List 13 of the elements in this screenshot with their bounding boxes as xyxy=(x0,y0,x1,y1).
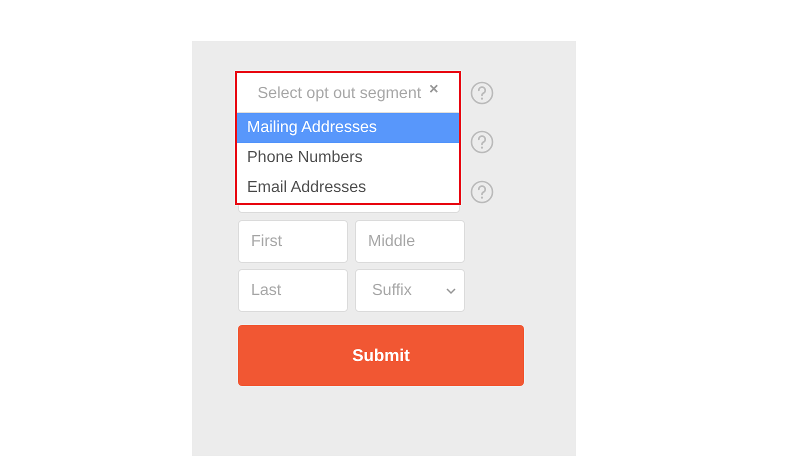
dropdown-option[interactable]: Mailing Addresses xyxy=(237,113,459,143)
segment-dropdown[interactable]: Select opt out segment × Mailing Addresses Phone Numbers Email Addresses xyxy=(235,71,461,205)
help-icon[interactable] xyxy=(470,180,494,204)
name-field[interactable]: Middle xyxy=(355,220,465,263)
help-icon[interactable] xyxy=(470,130,494,154)
name-field[interactable]: First xyxy=(238,220,348,263)
dropdown-placeholder: Select opt out segment xyxy=(258,84,422,104)
name-field[interactable]: Last xyxy=(238,269,348,312)
chevron-down-icon xyxy=(446,286,456,294)
clear-icon[interactable]: × xyxy=(429,82,438,98)
help-icon[interactable] xyxy=(470,80,494,104)
suffix-select[interactable]: Suffix xyxy=(355,269,465,312)
submit-button[interactable]: Submit xyxy=(238,325,524,386)
